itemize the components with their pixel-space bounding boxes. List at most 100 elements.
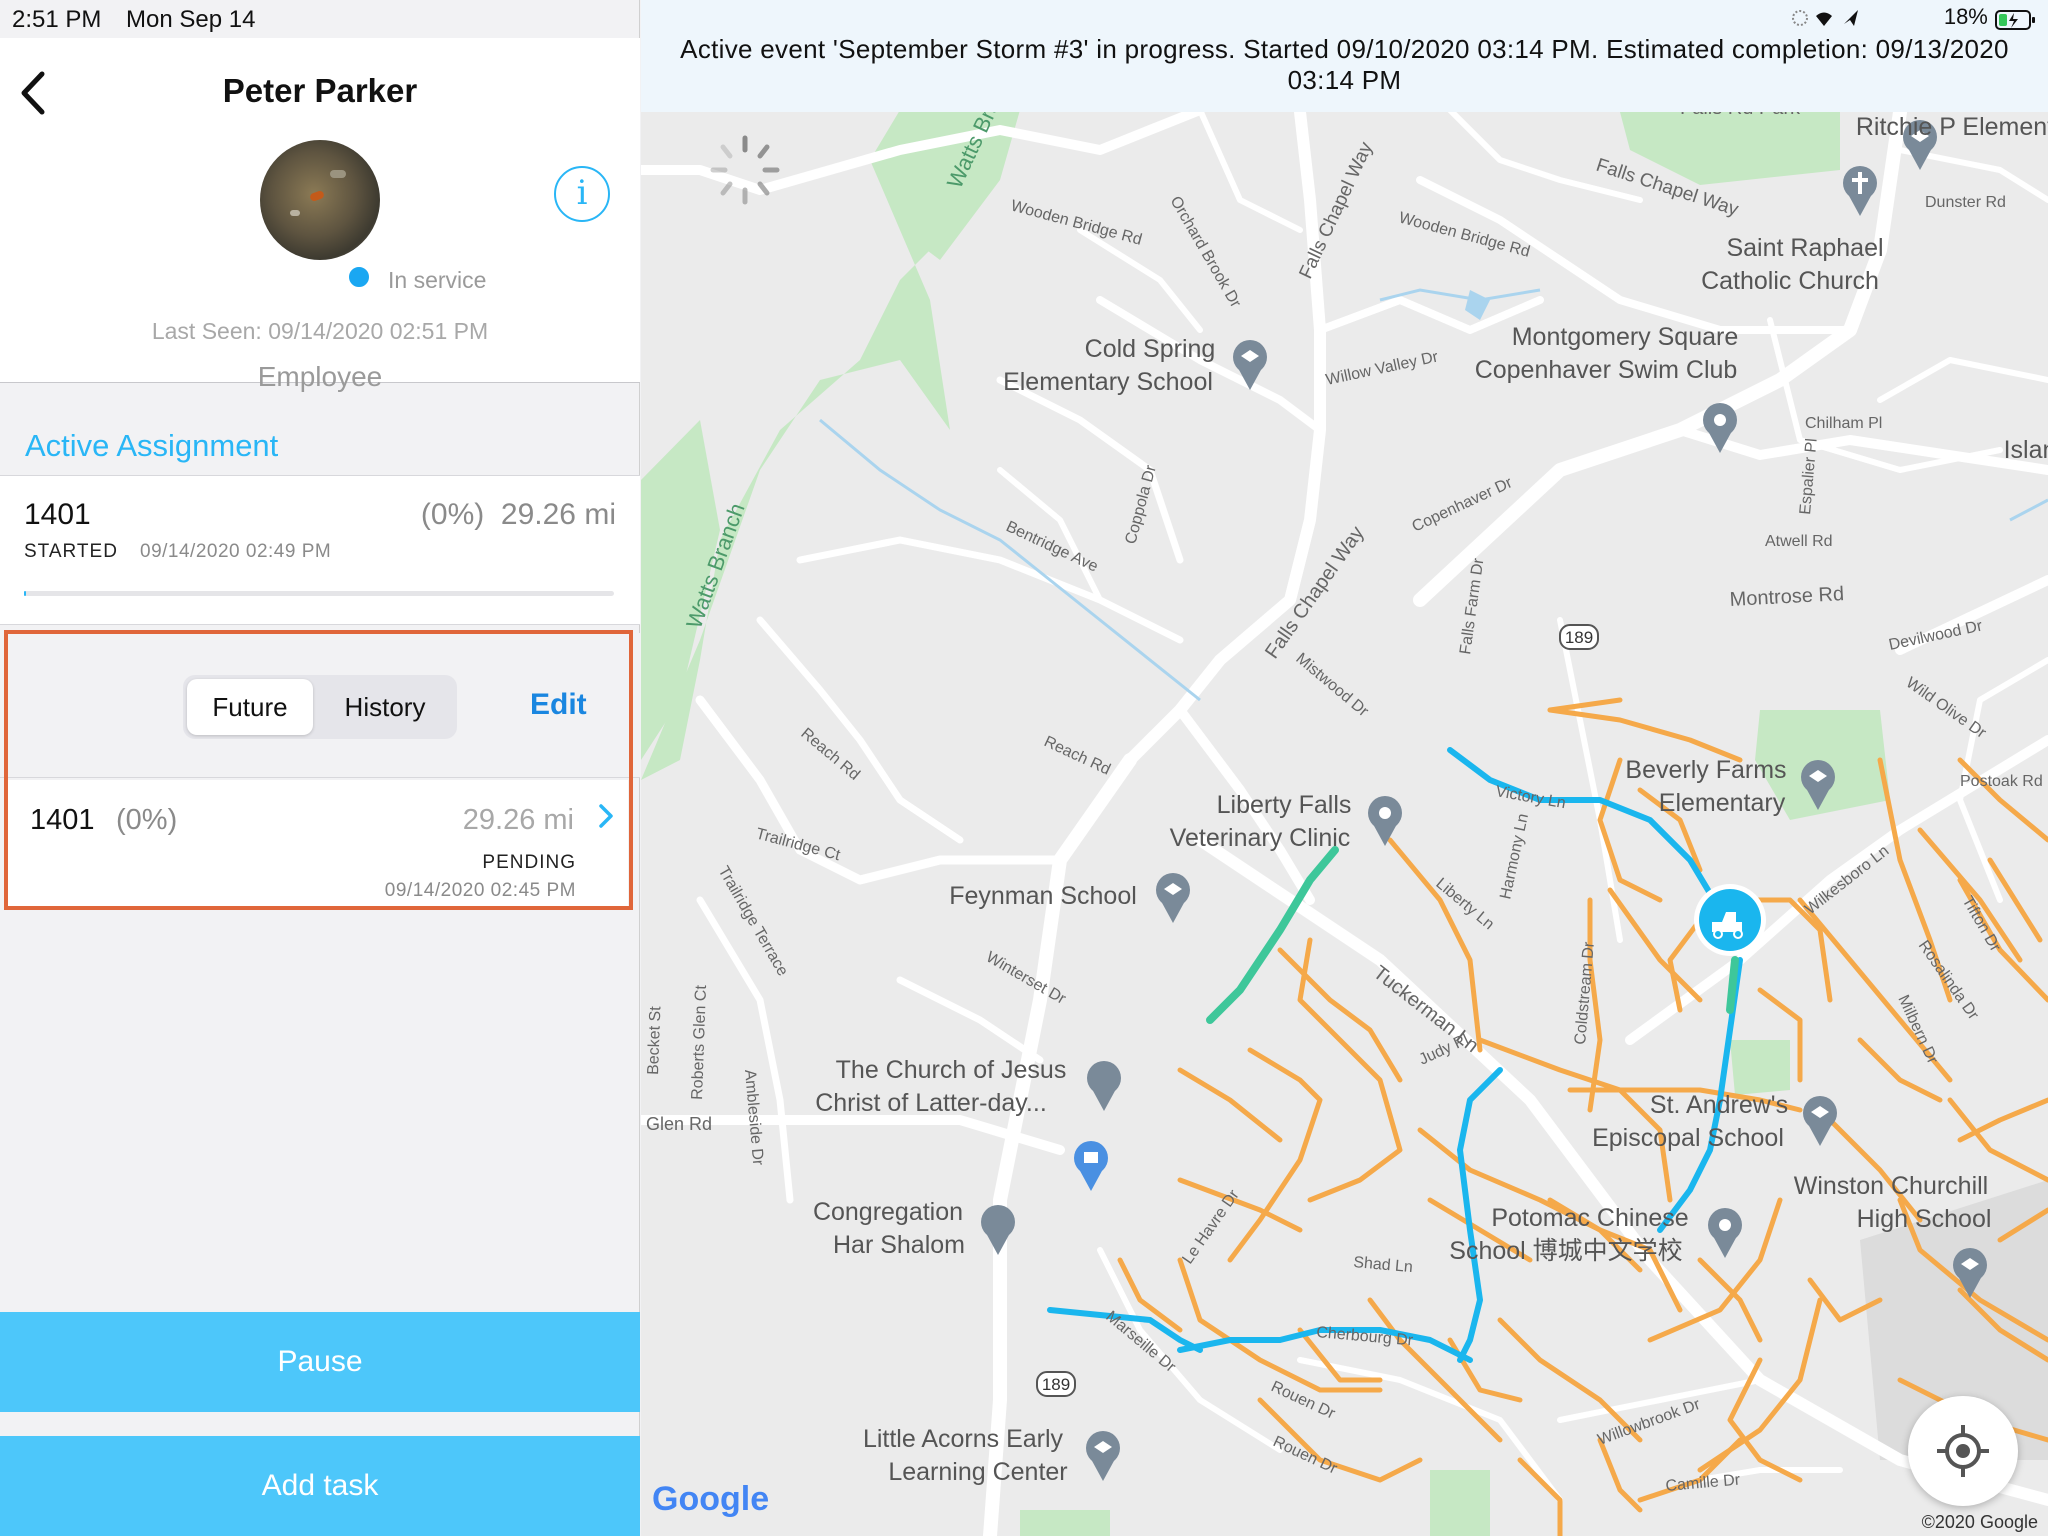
place-label: Catholic Church xyxy=(1701,267,1879,295)
profile-header: Peter Parker In service i Last Seen: 09/… xyxy=(0,38,640,392)
road-label: Cherbourg Dr xyxy=(1316,1324,1415,1349)
synagogue-pin-icon[interactable] xyxy=(981,1205,1015,1255)
place-label: St. Andrew's xyxy=(1650,1091,1788,1119)
place-label: School 博城中文学校 xyxy=(1449,1237,1682,1265)
road-label: Falls Chapel Way xyxy=(1261,522,1368,662)
assignment-progress-distance: (0%) 29.26 mi xyxy=(421,498,616,532)
loading-spinner-icon xyxy=(710,135,780,205)
active-assignment-card[interactable]: 1401 (0%) 29.26 mi STARTED 09/14/2020 02… xyxy=(0,475,640,625)
road-label: Willow Valley Dr xyxy=(1324,348,1440,389)
place-label: The Church of Jesus xyxy=(836,1056,1067,1084)
route-189-label: 189 xyxy=(1565,628,1593,647)
user-role: Employee xyxy=(257,361,383,392)
place-label: Potomac Chinese xyxy=(1491,1204,1688,1232)
road-label: Harmony Ln xyxy=(1497,812,1532,901)
place-label: High School xyxy=(1857,1205,1992,1233)
wifi-icon xyxy=(1815,12,1832,26)
place-label: Islan xyxy=(2004,436,2048,464)
road-label: Mistwood Dr xyxy=(1292,650,1372,721)
school-pin-icon[interactable] xyxy=(1086,1431,1120,1481)
road-label: Trailridge Terrace xyxy=(715,864,792,980)
vehicle-marker-icon[interactable] xyxy=(1694,884,1766,956)
road-label: Devilwood Dr xyxy=(1887,617,1984,654)
assignment-time: 09/14/2020 02:49 PM xyxy=(140,541,332,562)
info-icon[interactable]: i xyxy=(554,166,610,222)
road-label: Wooden Bridge Rd xyxy=(1009,197,1144,248)
place-pin-icon[interactable] xyxy=(1368,796,1402,846)
church-pin-icon[interactable] xyxy=(1843,166,1877,216)
road-label: Dunster Rd xyxy=(1925,194,2006,211)
place-label: Little Acorns Early xyxy=(863,1425,1064,1453)
place-label: Cold Spring xyxy=(1085,335,1216,363)
add-task-button[interactable]: Add task xyxy=(0,1436,640,1536)
service-status: In service xyxy=(388,267,487,293)
school-pin-icon[interactable] xyxy=(1156,873,1190,923)
active-assignment-title: Active Assignment xyxy=(25,428,279,463)
status-bar: 2:51 PM Mon Sep 14 xyxy=(0,0,640,38)
road-label: Coppola Dr xyxy=(1122,463,1160,546)
status-bar-right: 18% xyxy=(1788,4,2038,36)
place-label: Learning Center xyxy=(888,1458,1067,1486)
route-189-label: 189 xyxy=(1042,1375,1070,1394)
place-label: Ritchie P Element xyxy=(1856,113,2048,141)
place-label: Christ of Latter-day... xyxy=(815,1089,1047,1117)
status-time: 2:51 PM xyxy=(12,6,102,33)
road-label: Milbern Dr xyxy=(1894,993,1941,1068)
road-label: Rouen Dr xyxy=(1270,1433,1340,1478)
school-pin-icon[interactable] xyxy=(1803,1096,1837,1146)
place-label: Beverly Farms xyxy=(1625,756,1786,784)
place-pin-icon[interactable] xyxy=(1708,1208,1742,1258)
road-label: Camille Dr xyxy=(1665,1471,1742,1495)
place-label: Saint Raphael xyxy=(1726,234,1883,262)
assignment-id: 1401 xyxy=(24,498,91,531)
place-label: Liberty Falls xyxy=(1217,791,1352,819)
selection-highlight xyxy=(4,630,633,910)
google-logo: Google xyxy=(652,1480,770,1518)
crosshair-icon xyxy=(1937,1425,1989,1477)
road-label: Winterset Dr xyxy=(983,949,1069,1009)
assignment-distance: 29.26 mi xyxy=(500,498,616,531)
road-label: Atwell Rd xyxy=(1765,533,1833,550)
place-label: Har Shalom xyxy=(833,1231,965,1259)
my-location-button[interactable] xyxy=(1908,1396,2018,1506)
location-arrow-icon xyxy=(1843,10,1858,26)
place-label: Congregation xyxy=(813,1198,963,1226)
road-label: Victory Ln xyxy=(1494,783,1567,812)
place-label: Veterinary Clinic xyxy=(1170,824,1351,852)
left-panel: 2:51 PM Mon Sep 14 Peter Parker In servi… xyxy=(0,0,640,1536)
road-label: Roberts Glen Ct xyxy=(689,984,710,1100)
church-pin-icon[interactable] xyxy=(1087,1061,1121,1111)
road-label: Glen Rd xyxy=(646,1114,712,1134)
pause-button[interactable]: Pause xyxy=(0,1312,640,1412)
battery-percent: 18% xyxy=(1943,4,1988,29)
activity-icon xyxy=(1791,10,1808,26)
road-label: Chilham Pl xyxy=(1805,415,1882,432)
map-copyright: ©2020 Google xyxy=(1921,1512,2038,1532)
road-label: Reach Rd xyxy=(1041,733,1113,778)
status-indicator xyxy=(345,263,373,291)
status-date: Mon Sep 14 xyxy=(126,6,256,33)
map-view[interactable]: 189 189 Ritchie P Element Saint Raphael … xyxy=(641,0,2048,1536)
map-canvas: 189 189 Ritchie P Element Saint Raphael … xyxy=(641,63,2048,1536)
place-label: Elementary xyxy=(1659,789,1786,817)
place-label: Episcopal School xyxy=(1592,1124,1784,1152)
place-label: Winston Churchill xyxy=(1794,1172,1989,1200)
progress-fill xyxy=(24,591,27,596)
place-label: Montgomery Square xyxy=(1512,323,1739,351)
road-label: Wooden Bridge Rd xyxy=(1397,209,1532,260)
shopping-pin-icon[interactable] xyxy=(1074,1141,1108,1191)
last-seen: Last Seen: 09/14/2020 02:51 PM xyxy=(151,318,489,344)
battery-icon xyxy=(1995,10,2035,30)
assignment-state: STARTED xyxy=(24,541,118,562)
status-icons xyxy=(1791,10,1858,26)
road-label: Becket St xyxy=(645,1006,664,1076)
road-label: Falls Farm Dr xyxy=(1457,557,1487,656)
route-189-shield-south: 189 xyxy=(1036,1371,1076,1397)
road-label: Wilkesboro Ln xyxy=(1802,842,1892,918)
road-label: Montrose Rd xyxy=(1729,583,1844,611)
place-label: Feynman School xyxy=(949,882,1137,910)
place-label: Elementary School xyxy=(1003,368,1213,396)
road-label: Shad Ln xyxy=(1353,1254,1414,1276)
place-label: Copenhaver Swim Club xyxy=(1475,356,1738,384)
assignment-progress-bar xyxy=(24,591,614,596)
